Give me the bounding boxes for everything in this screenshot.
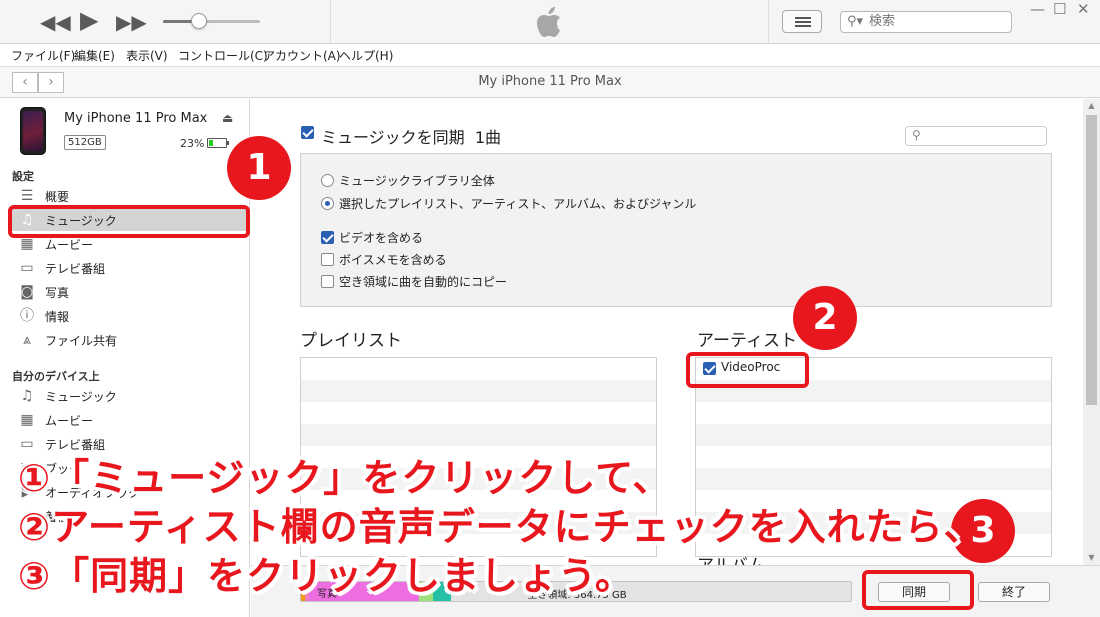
- highlight-sync-button: [862, 570, 974, 610]
- search-input[interactable]: ⚲▾ 検索: [840, 11, 1012, 33]
- music-search-input[interactable]: ⚲: [905, 126, 1047, 146]
- settings-header: 設定: [12, 170, 34, 183]
- music-note-icon: ♫: [20, 388, 34, 404]
- my-device-header: 自分のデバイス上: [12, 370, 100, 383]
- autofill-checkbox[interactable]: [321, 275, 334, 288]
- info-icon: ⓘ: [20, 308, 34, 324]
- minimize-button[interactable]: —: [1030, 0, 1045, 18]
- highlight-artist-checkbox: [686, 352, 809, 388]
- instruction-line-2: ②アーティスト欄の音声データにチェックを入れたら、: [18, 505, 983, 549]
- instruction-line-1: ①「ミュージック」をクリックして、: [18, 456, 672, 500]
- rewind-icon[interactable]: ◀◀: [40, 10, 71, 34]
- search-icon: ⚲: [912, 128, 921, 142]
- main-scrollbar[interactable]: ▲ ▼: [1083, 99, 1100, 565]
- device-name: My iPhone 11 Pro Max: [64, 111, 208, 126]
- search-icon: ⚲▾: [847, 14, 864, 29]
- step-1-marker: 1: [227, 136, 291, 200]
- battery-icon: [207, 138, 229, 148]
- search-placeholder: 検索: [869, 14, 896, 29]
- radio-entire-library[interactable]: [321, 174, 334, 187]
- apple-logo-icon: [537, 7, 560, 37]
- menu-view[interactable]: 表示(V): [126, 47, 168, 64]
- highlight-music-item: [8, 205, 250, 238]
- tv-icon: ▭: [20, 260, 34, 276]
- artist-title: アーティスト: [697, 331, 797, 351]
- battery-percent: 23%: [180, 137, 205, 150]
- camera-icon: ◙: [20, 284, 34, 300]
- forward-button[interactable]: ›: [38, 72, 64, 93]
- instruction-line-3: ③「同期」をクリックしましょう。: [18, 554, 634, 598]
- sidebar-item-info[interactable]: ⓘ 情報: [12, 305, 246, 327]
- menu-edit[interactable]: 編集(E): [74, 47, 115, 64]
- sidebar-item-tv[interactable]: ▭ テレビ番組: [12, 257, 246, 279]
- capacity-badge: 512GB: [64, 135, 106, 150]
- eject-icon[interactable]: ⏏: [222, 111, 233, 125]
- sync-music-checkbox[interactable]: [301, 126, 314, 139]
- sidebar-item-photos[interactable]: ◙ 写真: [12, 281, 246, 303]
- iphone-icon: [20, 107, 46, 155]
- maximize-button[interactable]: ☐: [1053, 0, 1066, 18]
- radio-selected-items[interactable]: [321, 197, 334, 210]
- play-icon[interactable]: ▶: [80, 8, 98, 32]
- volume-knob[interactable]: [191, 13, 207, 29]
- menu-bar: ファイル(F) 編集(E) 表示(V) コントロール(C) アカウント(A) ヘ…: [0, 44, 1100, 66]
- sidebar-item-file-sharing[interactable]: ⩓ ファイル共有: [12, 329, 246, 351]
- scroll-down-icon[interactable]: ▼: [1083, 551, 1100, 565]
- sidebar-item-summary[interactable]: ☰ 概要: [12, 185, 246, 207]
- sync-count: 1曲: [474, 128, 502, 147]
- include-voice-memos-checkbox[interactable]: [321, 253, 334, 266]
- summary-icon: ☰: [20, 188, 34, 204]
- page-title: My iPhone 11 Pro Max: [478, 74, 622, 89]
- scroll-up-icon[interactable]: ▲: [1083, 99, 1100, 113]
- menu-file[interactable]: ファイル(F): [11, 47, 75, 64]
- menu-account[interactable]: アカウント(A): [263, 47, 341, 64]
- back-button[interactable]: ‹: [12, 72, 38, 93]
- menu-help[interactable]: ヘルプ(H): [339, 47, 393, 64]
- apps-icon: ⩓: [23, 332, 31, 348]
- navigation-bar: My iPhone 11 Pro Max ‹ ›: [0, 66, 1100, 98]
- film-icon: ▦: [20, 412, 34, 428]
- sync-music-title: ミュージックを同期 1曲: [321, 128, 502, 147]
- scroll-thumb[interactable]: [1086, 115, 1097, 405]
- list-view-button[interactable]: [782, 10, 822, 33]
- done-button[interactable]: 終了: [978, 582, 1050, 602]
- sync-options-panel: ミュージックライブラリ全体 選択したプレイリスト、アーティスト、アルバム、および…: [300, 153, 1052, 307]
- menu-controls[interactable]: コントロール(C): [178, 47, 268, 64]
- step-2-marker: 2: [793, 286, 857, 350]
- include-video-checkbox[interactable]: [321, 231, 334, 244]
- sidebar-item-device-movies[interactable]: ▦ ムービー: [12, 409, 246, 431]
- title-bar: ◀◀ ▶ ▶▶ ⚲▾ 検索 — ☐ ✕: [0, 0, 1100, 44]
- playlist-title: プレイリスト: [300, 331, 402, 351]
- volume-slider[interactable]: [163, 20, 260, 23]
- sidebar-item-device-music[interactable]: ♫ ミュージック: [12, 385, 246, 407]
- close-button[interactable]: ✕: [1077, 0, 1090, 18]
- fast-forward-icon[interactable]: ▶▶: [116, 10, 147, 34]
